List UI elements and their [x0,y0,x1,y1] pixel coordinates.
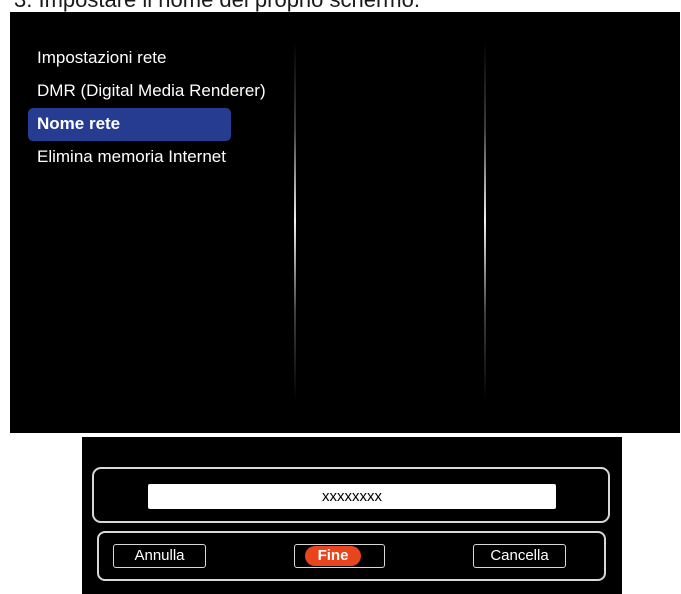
clear-button[interactable]: Cancella [473,544,566,568]
done-button[interactable]: Fine [294,544,385,568]
column-divider [484,40,486,402]
menu-item-nome-rete[interactable]: Nome rete [28,108,231,141]
menu-item-elimina-memoria[interactable]: Elimina memoria Internet [28,141,298,174]
name-input-frame: xxxxxxxx [92,467,610,523]
menu-item-dmr[interactable]: DMR (Digital Media Renderer) [28,75,298,108]
tv-menu-screen: Impostazioni rete DMR (Digital Media Ren… [10,12,680,433]
network-settings-menu: Impostazioni rete DMR (Digital Media Ren… [28,42,298,174]
cancel-button[interactable]: Annulla [113,544,206,568]
menu-item-impostazioni-rete[interactable]: Impostazioni rete [28,42,298,75]
done-button-label: Fine [305,546,361,566]
dialog-button-bar: Annulla Fine Cancella [97,531,606,581]
network-name-dialog: xxxxxxxx Annulla Fine Cancella [82,437,622,594]
column-divider [294,40,296,402]
network-name-field[interactable]: xxxxxxxx [148,484,556,509]
